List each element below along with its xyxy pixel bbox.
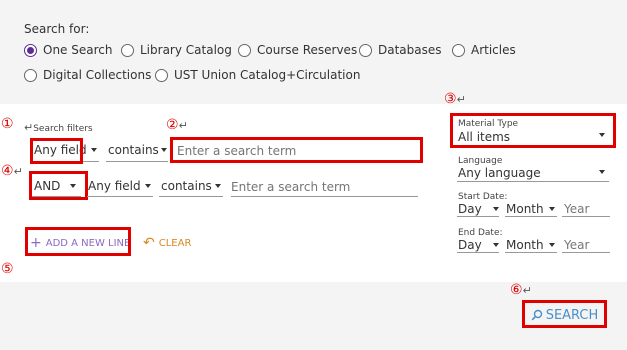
radio-databases[interactable]: Databases [359,43,442,57]
undo-icon: ↶ [143,235,155,251]
radio-unselected-icon [24,68,37,82]
row1-operator-select[interactable]: contains [108,143,159,157]
radio-label: One Search [43,43,113,57]
annotation-marker-4: ④↵ [1,164,23,178]
return-glyph: ↵ [24,121,34,134]
search-filters-text: Search filters [33,124,93,134]
radio-unselected-icon [155,68,168,82]
row2-search-input[interactable] [231,177,418,197]
radio-label: Databases [378,43,442,57]
radio-label: Course Reserves [257,43,358,57]
radio-course-reserves[interactable]: Course Reserves [238,43,357,57]
chevron-down-icon [215,184,221,188]
radio-library-catalog[interactable]: Library Catalog [121,43,232,57]
language-label: Language [458,156,503,166]
start-day-select[interactable]: Day [458,202,482,216]
row2-field-select[interactable]: Any field [88,179,141,193]
radio-unselected-icon [452,43,465,57]
radio-articles[interactable]: Articles [452,43,516,57]
chevron-down-icon [493,207,499,211]
marker-text: ③ [444,91,457,107]
language-select[interactable]: Any language [458,166,541,180]
clear-label: CLEAR [158,237,192,249]
start-year-input[interactable]: Year [564,202,589,216]
divider [159,196,223,197]
annotation-box-field [30,138,83,164]
clear-button[interactable]: ↶ CLEAR [143,235,191,251]
divider [505,252,557,253]
chevron-down-icon [549,207,555,211]
radio-selected-icon [24,43,37,57]
radio-ust-union-catalog[interactable]: UST Union Catalog+Circulation [155,68,360,82]
divider [106,161,168,162]
divider [457,252,499,253]
search-for-label: Search for: [24,22,90,36]
start-date-label: Start Date: [458,192,508,202]
marker-text: ② [166,117,179,133]
radio-one-search[interactable]: One Search [24,43,112,57]
chevron-down-icon [599,170,605,174]
annotation-box-boolean [29,171,88,200]
search-scope-panel: Search for: One Search Library Catalog C… [0,0,627,104]
radio-label: UST Union Catalog+Circulation [174,68,361,82]
end-year-input[interactable]: Year [564,238,589,252]
end-day-select[interactable]: Day [458,238,482,252]
radio-label: Digital Collections [43,68,152,82]
chevron-down-icon [145,184,151,188]
divider [562,252,610,253]
chevron-down-icon [91,148,97,152]
annotation-marker-3: ③↵ [444,92,466,106]
marker-text: ④ [1,163,14,179]
chevron-down-icon [549,243,555,247]
return-glyph: ↵ [13,165,23,178]
annotation-marker-6: ⑥↵ [510,283,532,297]
return-glyph: ↵ [522,284,532,297]
search-filters-label: ↵Search filters [24,121,93,134]
chevron-down-icon [161,148,167,152]
divider [562,216,610,217]
divider [457,181,609,182]
radio-label: Library Catalog [140,43,232,57]
annotation-box-material-type [450,113,616,148]
radio-unselected-icon [238,43,251,57]
radio-unselected-icon [359,43,372,57]
return-glyph: ↵ [178,119,188,132]
annotation-marker-5: ⑤ [1,261,14,277]
marker-text: ⑥ [510,282,523,298]
return-glyph: ↵ [456,93,466,106]
annotation-marker-1: ① [1,116,14,132]
radio-digital-collections[interactable]: Digital Collections [24,68,151,82]
start-month-select[interactable]: Month [506,202,544,216]
radio-label: Articles [471,43,516,57]
radio-unselected-icon [121,43,134,57]
end-month-select[interactable]: Month [506,238,544,252]
chevron-down-icon [493,243,499,247]
annotation-box-add-line [25,227,131,256]
end-date-label: End Date: [458,228,503,238]
annotation-marker-2: ②↵ [166,118,188,132]
divider [505,216,557,217]
annotation-box-search-button [522,300,607,328]
divider [457,216,499,217]
divider [87,196,153,197]
row2-operator-select[interactable]: contains [161,179,212,193]
annotation-box-search-term [170,137,423,163]
